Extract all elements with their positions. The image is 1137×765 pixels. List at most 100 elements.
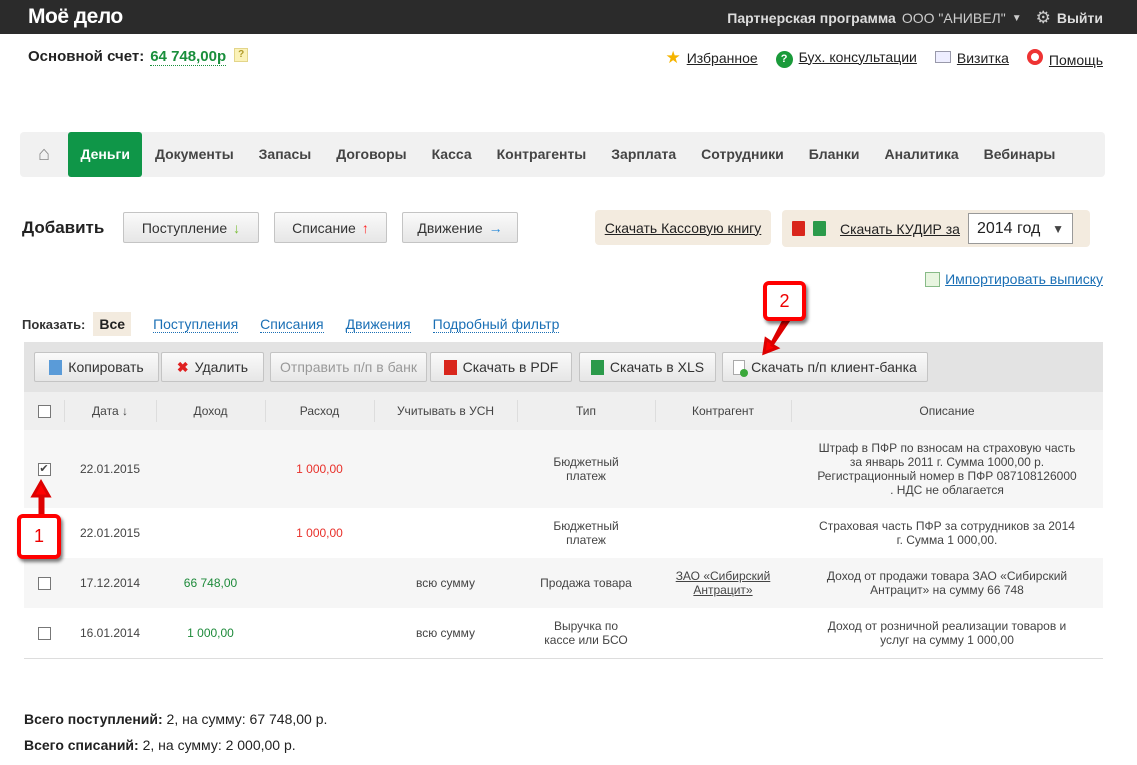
nav-cash[interactable]: Касса (419, 132, 484, 177)
delete-icon: ✖ (176, 358, 189, 375)
row-expense (265, 608, 374, 658)
cashbook-box: Скачать Кассовую книгу (595, 210, 771, 245)
row-checkbox[interactable] (37, 626, 51, 640)
nav-analytics[interactable]: Аналитика (872, 132, 971, 177)
add-expense-button[interactable]: Списание ↑ (274, 212, 387, 243)
kudir-box: Скачать КУДИР за 2014 год ▼ (782, 210, 1090, 247)
download-pdf-label: Скачать в PDF (462, 359, 559, 375)
total-income-value: 2, на сумму: 67 748,00 р. (166, 711, 328, 727)
year-select[interactable]: 2014 год ▼ (967, 213, 1073, 244)
row-date: 22.01.2015 (79, 526, 141, 540)
row-contractor[interactable]: ЗАО «Сибирский Антрацит» (655, 558, 791, 608)
pdf-icon[interactable] (792, 221, 805, 236)
help-link[interactable]: Помощь (1026, 48, 1103, 68)
nav-money[interactable]: Деньги (68, 132, 143, 177)
chat-question-icon: ? (775, 50, 793, 68)
account-label: Основной счет: (28, 48, 145, 65)
xls-icon[interactable] (813, 221, 826, 236)
import-statement[interactable]: Импортировать выписку (925, 271, 1103, 287)
table-header: Дата ↓ Доход Расход Учитывать в УСН Тип … (24, 392, 1103, 430)
copy-button[interactable]: Копировать (34, 352, 159, 382)
xls-icon (590, 359, 604, 375)
nav-contractors[interactable]: Контрагенты (484, 132, 599, 177)
filter-transfers[interactable]: Движения (345, 316, 411, 333)
row-type: Продажа товара (540, 576, 632, 590)
col-type[interactable]: Тип (517, 392, 655, 430)
nav-salary[interactable]: Зарплата (599, 132, 689, 177)
col-description[interactable]: Описание (791, 392, 1103, 430)
nav-contracts[interactable]: Договоры (324, 132, 419, 177)
arrow-up-icon: ↑ (361, 219, 369, 236)
nav-forms[interactable]: Бланки (796, 132, 872, 177)
row-checkbox-cell (24, 558, 64, 608)
logo[interactable]: Moё дело (28, 5, 123, 29)
favorites-label[interactable]: Избранное (687, 50, 758, 66)
row-income (156, 508, 265, 558)
nav-employees[interactable]: Сотрудники (689, 132, 797, 177)
home-icon[interactable]: ⌂ (20, 143, 68, 166)
table-row[interactable]: ✔ 22.01.2015 1 000,00 Бюджетный платеж Штраф… (24, 430, 1103, 508)
pdf-icon (443, 359, 457, 375)
row-checkbox[interactable] (37, 576, 51, 590)
table-row[interactable]: 22.01.2015 1 000,00 Бюджетный платеж Страхо… (24, 508, 1103, 558)
col-usn[interactable]: Учитывать в УСН (374, 392, 517, 430)
top-bar: Moё дело Партнерская программа ООО "АНИВ… (0, 0, 1137, 34)
select-all-checkbox[interactable] (37, 404, 51, 418)
main-nav: ⌂ Деньги Документы Запасы Договоры Касса… (20, 132, 1105, 177)
help-icon[interactable]: ? (234, 48, 249, 62)
col-date[interactable]: Дата ↓ (64, 392, 156, 430)
row-description: Штраф в ПФР по взносам на страховую част… (817, 441, 1077, 497)
col-contractor[interactable]: Контрагент (655, 392, 791, 430)
delete-button[interactable]: ✖ Удалить (161, 352, 264, 382)
import-statement-link[interactable]: Импортировать выписку (945, 271, 1103, 287)
filter-expense[interactable]: Списания (260, 316, 324, 333)
row-type: Выручка по кассе или БСО (544, 619, 628, 647)
download-client-bank-label: Скачать п/п клиент-банка (751, 359, 917, 375)
row-contractor (655, 508, 791, 558)
partner-program-link[interactable]: Партнерская программа (727, 10, 896, 26)
filter-income[interactable]: Поступления (153, 316, 239, 333)
filter-all[interactable]: Все (93, 312, 132, 336)
nav-webinars[interactable]: Вебинары (971, 132, 1068, 177)
card-link[interactable]: Визитка (934, 50, 1009, 66)
chevron-down-icon[interactable]: ▼ (1012, 13, 1022, 24)
copy-label: Копировать (68, 359, 144, 375)
card-label[interactable]: Визитка (957, 50, 1009, 66)
download-pdf-button[interactable]: Скачать в PDF (430, 352, 572, 382)
row-usn (374, 430, 517, 508)
col-expense[interactable]: Расход (265, 392, 374, 430)
gear-icon[interactable]: ⚙ (1036, 8, 1051, 28)
download-client-bank-button[interactable]: Скачать п/п клиент-банка (722, 352, 928, 382)
download-kudir-link[interactable]: Скачать КУДИР за (840, 221, 960, 237)
row-contractor (655, 430, 791, 508)
send-to-bank-label: Отправить п/п в банк (280, 359, 417, 375)
account-sum[interactable]: 64 748,00р (150, 48, 227, 66)
filter-label: Показать: (22, 316, 86, 332)
top-links: ★ Избранное ? Бух. консультации Визитка По… (665, 48, 1103, 68)
lifebuoy-icon (1026, 48, 1043, 65)
download-cashbook-link[interactable]: Скачать Кассовую книгу (605, 220, 762, 236)
consultations-label[interactable]: Бух. консультации (799, 49, 917, 65)
nav-documents[interactable]: Документы (142, 132, 246, 177)
year-value: 2014 год (976, 219, 1041, 237)
consultations-link[interactable]: ? Бух. консультации (775, 49, 917, 68)
logout-link[interactable]: Выйти (1057, 10, 1103, 26)
download-xls-button[interactable]: Скачать в XLS (579, 352, 716, 382)
add-transfer-button[interactable]: Движение → (402, 212, 518, 243)
table-row[interactable]: 16.01.2014 1 000,00 всю сумму Выручка по ка… (24, 608, 1103, 658)
col-income[interactable]: Доход (156, 392, 265, 430)
nav-stock[interactable]: Запасы (246, 132, 324, 177)
favorites-link[interactable]: ★ Избранное (665, 48, 757, 68)
filter-detailed[interactable]: Подробный фильтр (432, 316, 560, 333)
row-income: 1 000,00 (187, 626, 234, 640)
add-income-button[interactable]: Поступление ↓ (123, 212, 259, 243)
help-label[interactable]: Помощь (1049, 52, 1103, 68)
chevron-down-icon: ▼ (1052, 221, 1064, 236)
row-checkbox[interactable]: ✔ (37, 462, 51, 476)
add-transfer-label: Движение (417, 219, 483, 236)
company-selector[interactable]: ООО "АНИВЕЛ" (902, 10, 1006, 26)
row-expense: 1 000,00 (296, 526, 343, 540)
row-date: 22.01.2015 (79, 462, 141, 476)
send-to-bank-button[interactable]: Отправить п/п в банк (270, 352, 427, 382)
table-row[interactable]: 17.12.2014 66 748,00 всю сумму Продажа това… (24, 558, 1103, 608)
